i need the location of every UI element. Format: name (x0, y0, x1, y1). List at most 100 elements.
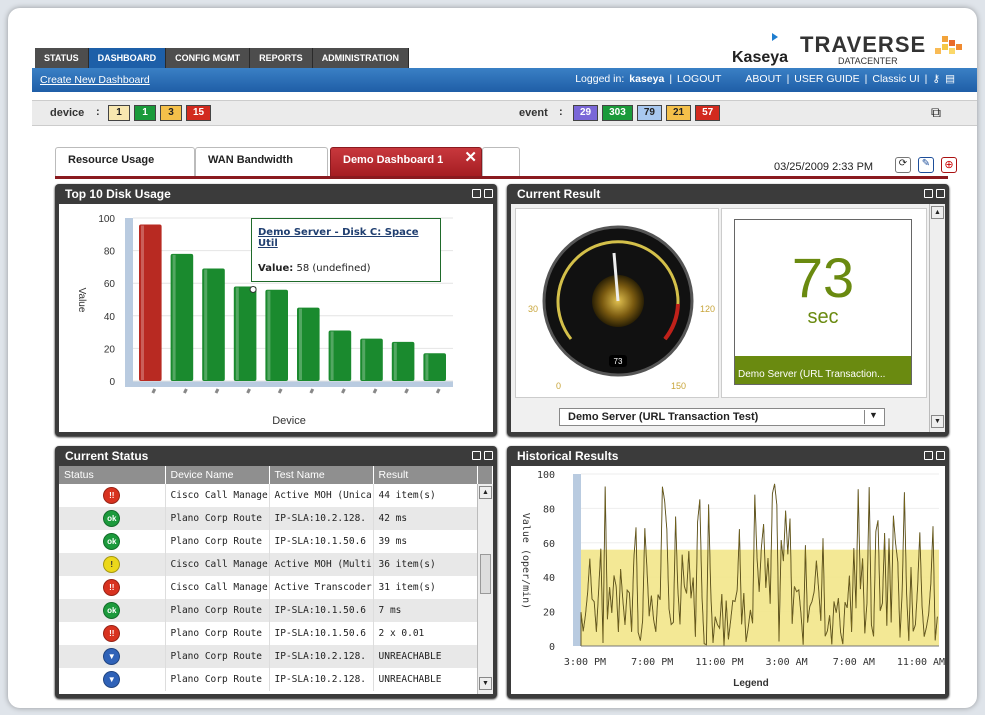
cell-device: Cisco Call Manage (165, 484, 270, 507)
popout-icon[interactable]: ⧉ (931, 104, 941, 121)
x-axis-floor (125, 381, 453, 387)
current-result-panel: Current Result 73 30 120 0 150 73 sec De… (507, 184, 949, 436)
create-dashboard-link[interactable]: Create New Dashboard (40, 74, 150, 86)
y-tick-label: 0 (109, 377, 115, 388)
close-tab-icon[interactable]: ✕ (464, 146, 477, 170)
classic-ui-link[interactable]: Classic UI (872, 73, 919, 85)
column-header[interactable]: Result (373, 466, 478, 484)
table-row[interactable]: ▼ Plano Corp Route IP-SLA:10.2.128. UNREACH… (59, 645, 493, 668)
device-count-badge[interactable]: 3 (160, 105, 182, 121)
select-value: Demo Server (URL Transaction Test) (568, 411, 759, 423)
tab-demo-dashboard-1[interactable]: Demo Dashboard 1 ✕ (330, 147, 482, 176)
bar-highlight (204, 269, 208, 380)
column-header[interactable]: Test Name (269, 466, 374, 484)
brand-logo: Kaseya TRAVERSE DATACENTER (730, 30, 975, 70)
test-select[interactable]: Demo Server (URL Transaction Test) ▼ (559, 408, 885, 426)
header-bar: Create New Dashboard Logged in: kaseya | … (32, 68, 977, 92)
key-icon[interactable]: ⚷ (932, 73, 940, 85)
popout-icon[interactable] (472, 451, 481, 460)
event-count-badge[interactable]: 21 (665, 105, 692, 121)
cell-test: Active Transcoder (269, 576, 374, 599)
scroll-up-icon[interactable]: ▲ (479, 486, 492, 499)
scroll-down-icon[interactable]: ▼ (931, 415, 944, 428)
maximize-icon[interactable] (484, 451, 493, 460)
tooltip-value: 58 (undefined) (296, 263, 371, 274)
column-header[interactable]: Status (59, 466, 166, 484)
add-icon[interactable]: ⊕ (941, 157, 957, 173)
nav-tab-administration[interactable]: ADMINISTRATION (312, 48, 410, 68)
scroll-thumb[interactable] (480, 554, 491, 594)
table-row[interactable]: ok Plano Corp Route IP-SLA:10.1.50.6 39 ms (59, 530, 493, 553)
table-row[interactable]: ! Cisco Call Manage Active MOH (Multi 36 it… (59, 553, 493, 576)
event-count-badge[interactable]: 29 (573, 105, 599, 121)
nav-tab-config-mgmt[interactable]: CONFIG MGMT (166, 48, 251, 68)
chevron-down-icon[interactable]: ▼ (864, 410, 882, 424)
cell-test: IP-SLA:10.1.50.6 (269, 530, 374, 553)
cell-device: Plano Corp Route (165, 622, 270, 645)
x-tick-label (214, 388, 220, 394)
logout-link[interactable]: LOGOUT (677, 73, 721, 85)
cell-device: Cisco Call Manage (165, 576, 270, 599)
scrollbar[interactable]: ▲ ▼ (477, 484, 493, 694)
traverse-logo-text: TRAVERSE (800, 32, 926, 57)
logged-in-label: Logged in: (575, 73, 625, 85)
user-guide-link[interactable]: USER GUIDE (794, 73, 859, 85)
timestamp: 03/25/2009 2:33 PM (774, 161, 874, 173)
table-row[interactable]: !! Cisco Call Manage Active MOH (Unica 44 i… (59, 484, 493, 507)
event-count-badge[interactable]: 57 (695, 105, 721, 121)
maximize-icon[interactable] (484, 189, 493, 198)
list-icon[interactable]: ▤ (945, 73, 955, 85)
popout-icon[interactable] (924, 451, 933, 460)
y-tick-label: 60 (543, 539, 555, 550)
table-row[interactable]: !! Plano Corp Route IP-SLA:10.1.50.6 2 x 0.… (59, 622, 493, 645)
cell-test: IP-SLA:10.1.50.6 (269, 622, 374, 645)
nav-tab-status[interactable]: STATUS (35, 48, 89, 68)
cell-test: IP-SLA:10.1.50.6 (269, 599, 374, 622)
unit-label: sec (807, 306, 839, 328)
cell-device: Plano Corp Route (165, 645, 270, 668)
username: kaseya (629, 73, 665, 85)
table-row[interactable]: !! Cisco Call Manage Active Transcoder 31 i… (59, 576, 493, 599)
device-count-badge[interactable]: 1 (134, 105, 156, 121)
scrollbar[interactable]: ▲ ▼ (929, 204, 945, 432)
gauge-right-label: 120 (700, 304, 715, 314)
nav-tab-reports[interactable]: REPORTS (250, 48, 313, 68)
x-tick-label: 7:00 PM (631, 657, 673, 668)
tab-resource-usage[interactable]: Resource Usage (55, 147, 195, 176)
tab-new[interactable] (482, 147, 520, 176)
x-tick-label: 11:00 AM (897, 657, 945, 668)
table-row[interactable]: ▼ Plano Corp Route IP-SLA:10.2.128. UNREACH… (59, 668, 493, 691)
hover-marker (249, 285, 257, 293)
tab-label: Demo Dashboard 1 (343, 154, 444, 166)
status-icon: ! (103, 556, 121, 573)
device-count-badge[interactable]: 1 (108, 105, 130, 121)
bar-highlight (393, 342, 397, 380)
popout-icon[interactable] (472, 189, 481, 198)
cell-result: UNREACHABLE (373, 668, 478, 691)
cell-device: Plano Corp Route (165, 507, 270, 530)
scroll-down-icon[interactable]: ▼ (479, 677, 492, 690)
popout-icon[interactable] (924, 189, 933, 198)
scroll-up-icon[interactable]: ▲ (931, 206, 944, 219)
cell-device: Cisco Call Manage (165, 553, 270, 576)
big-value: 73 (791, 246, 855, 309)
table-row[interactable]: ok Plano Corp Route IP-SLA:10.2.128. 42 ms (59, 507, 493, 530)
event-count-badge[interactable]: 303 (602, 105, 633, 121)
header-links: Logged in: kaseya | LOGOUT ABOUT | USER GU… (575, 73, 955, 85)
maximize-icon[interactable] (936, 189, 945, 198)
refresh-icon[interactable]: ⟳ (895, 157, 911, 173)
column-header[interactable]: Device Name (165, 466, 270, 484)
about-link[interactable]: ABOUT (745, 73, 781, 85)
x-tick-label (151, 388, 157, 394)
cell-test: IP-SLA:10.2.128. (269, 507, 374, 530)
device-count-badge[interactable]: 15 (186, 105, 212, 121)
nav-tab-dashboard[interactable]: DASHBOARD (88, 48, 167, 68)
tab-wan-bandwidth[interactable]: WAN Bandwidth (195, 147, 328, 176)
edit-icon[interactable]: ✎ (918, 157, 934, 173)
event-counts: 29 303 79 21 57 (573, 105, 721, 121)
panel-title: Top 10 Disk Usage (65, 187, 171, 201)
maximize-icon[interactable] (936, 451, 945, 460)
table-row[interactable]: ok Plano Corp Route IP-SLA:10.1.50.6 7 ms (59, 599, 493, 622)
y-tick-label: 40 (543, 573, 555, 584)
event-count-badge[interactable]: 79 (636, 105, 662, 121)
